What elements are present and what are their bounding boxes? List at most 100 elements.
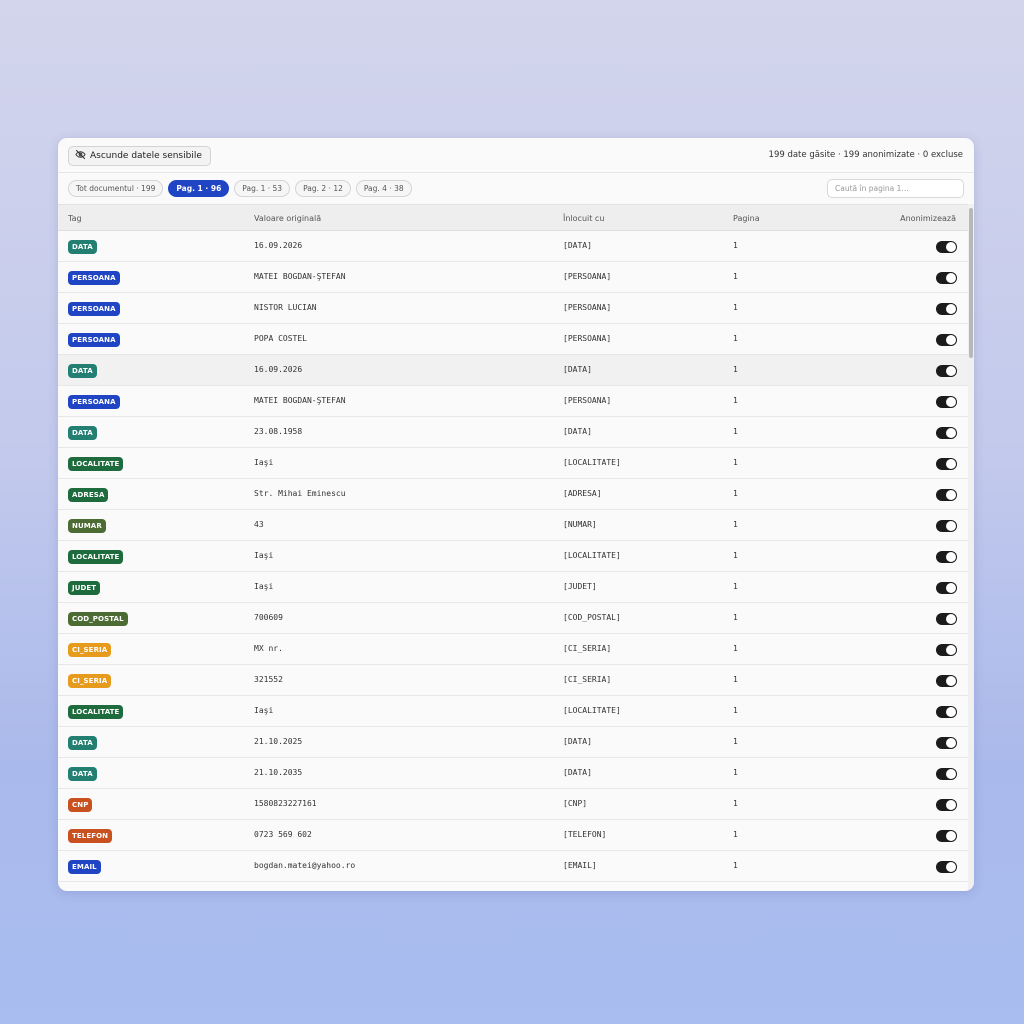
table-row: DATA 21.10.2035 [DATA] 1 — [58, 758, 968, 789]
replacement-value: [EMAIL] — [563, 861, 597, 870]
anonymize-toggle[interactable] — [936, 737, 957, 749]
scrollbar-thumb[interactable] — [969, 208, 973, 358]
anonymize-toggle[interactable] — [936, 365, 957, 377]
anonymize-toggle[interactable] — [936, 303, 957, 315]
table-row: DATA 16.09.2026 [DATA] 1 — [58, 355, 968, 386]
anonymize-toggle[interactable] — [936, 551, 957, 563]
table-row: LOCALITATE Iaşi [LOCALITATE] 1 — [58, 696, 968, 727]
page-number: 1 — [733, 365, 738, 374]
page-number: 1 — [733, 861, 738, 870]
page-number: 1 — [733, 396, 738, 405]
filter-bar: Tot documentul · 199 Pag. 1 · 96 Pag. 1 · … — [58, 173, 974, 204]
tag-badge: PERSOANA — [68, 302, 120, 316]
anonymize-toggle[interactable] — [936, 489, 957, 501]
original-value: MATEI BOGDAN-ŞTEFAN — [254, 396, 346, 405]
replacement-value: [LOCALITATE] — [563, 706, 621, 715]
tag-badge: EMAIL — [68, 860, 101, 874]
anonymize-toggle[interactable] — [936, 644, 957, 656]
page-number: 1 — [733, 644, 738, 653]
original-value: Iaşi — [254, 551, 274, 560]
replacement-value: [DATA] — [563, 768, 592, 777]
anonymize-toggle[interactable] — [936, 861, 957, 873]
anonymize-toggle[interactable] — [936, 427, 957, 439]
anonymize-toggle[interactable] — [936, 613, 957, 625]
replacement-value: [CI_SERIA] — [563, 675, 612, 684]
replacement-value: [ADRESA] — [563, 489, 602, 498]
replacement-value: [PERSOANA] — [563, 334, 612, 343]
original-value: MX nr. — [254, 644, 283, 653]
table-row: EMAIL bogdan.matei@yahoo.ro [EMAIL] 1 — [58, 851, 968, 882]
page-number: 1 — [733, 675, 738, 684]
anonymize-toggle[interactable] — [936, 241, 957, 253]
page-number: 1 — [733, 768, 738, 777]
original-value: Iaşi — [254, 582, 274, 591]
anonymize-toggle[interactable] — [936, 272, 957, 284]
original-value: 700609 — [254, 613, 283, 622]
page-filter-pill[interactable]: Pag. 2 · 12 — [295, 180, 351, 197]
tag-badge: CNP — [68, 798, 93, 812]
original-value: NISTOR LUCIAN — [254, 303, 317, 312]
tag-badge: LOCALITATE — [68, 550, 124, 564]
page-number: 1 — [733, 582, 738, 591]
tag-badge: DATA — [68, 736, 97, 750]
table-row: LOCALITATE Iaşi [LOCALITATE] 1 — [58, 541, 968, 572]
page-number: 1 — [733, 830, 738, 839]
original-value: POPA COSTEL — [254, 334, 307, 343]
page-number: 1 — [733, 489, 738, 498]
anonymize-toggle[interactable] — [936, 458, 957, 470]
replacement-value: [CNP] — [563, 799, 588, 808]
table-row: CI_SERIA 321552 [CI_SERIA] 1 — [58, 665, 968, 696]
replacement-value: [DATA] — [563, 365, 592, 374]
page-filter-pill[interactable]: Pag. 1 · 53 — [234, 180, 291, 197]
hide-sensitive-data-label: Ascunde datele sensibile — [90, 151, 202, 161]
replacement-value: [COD_POSTAL] — [563, 613, 621, 622]
tag-badge: DATA — [68, 240, 97, 254]
table-row: PERSOANA MATEI BOGDAN-ŞTEFAN [PERSOANA] 1 — [58, 262, 968, 293]
replacement-value: [DATA] — [563, 737, 592, 746]
page-number: 1 — [733, 303, 738, 312]
anonymize-toggle[interactable] — [936, 582, 957, 594]
table-row: DATA 16.09.2026 [DATA] 1 — [58, 231, 968, 262]
anonymize-toggle[interactable] — [936, 799, 957, 811]
table-header: Tag Valoare originală Înlocuit cu Pagina… — [58, 204, 968, 231]
anonymize-toggle[interactable] — [936, 334, 957, 346]
column-header-tag: Tag — [68, 214, 82, 223]
page-number: 1 — [733, 737, 738, 746]
original-value: 16.09.2026 — [254, 365, 303, 374]
anonymize-toggle[interactable] — [936, 706, 957, 718]
table-row: ADRESA Str. Mihai Eminescu [ADRESA] 1 — [58, 479, 968, 510]
column-header-anonymize: Anonimizează — [900, 214, 956, 223]
anonymization-panel: Ascunde datele sensibile 199 date găsite… — [58, 138, 974, 891]
page-number: 1 — [733, 799, 738, 808]
page-filter-pill[interactable]: Pag. 4 · 38 — [355, 180, 412, 197]
anonymize-toggle[interactable] — [936, 675, 957, 687]
table-row: NUMAR 43 [NUMAR] 1 — [58, 510, 968, 541]
anonymize-toggle[interactable] — [936, 768, 957, 780]
page-filter-pills: Tot documentul · 199 Pag. 1 · 96 Pag. 1 · … — [68, 180, 412, 197]
replacement-value: [TELEFON] — [563, 830, 607, 839]
tag-badge: PERSOANA — [68, 333, 120, 347]
anonymize-toggle[interactable] — [936, 830, 957, 842]
page-filter-pill[interactable]: Tot documentul · 199 — [68, 180, 164, 197]
hide-sensitive-data-button[interactable]: Ascunde datele sensibile — [68, 146, 211, 166]
tag-badge: DATA — [68, 426, 97, 440]
anonymize-toggle[interactable] — [936, 520, 957, 532]
page-number: 1 — [733, 706, 738, 715]
table-row: JUDET Iaşi [JUDET] 1 — [58, 572, 968, 603]
original-value: 23.08.1958 — [254, 427, 303, 436]
page-number: 1 — [733, 334, 738, 343]
tag-badge: TELEFON — [68, 829, 113, 843]
anonymize-toggle[interactable] — [936, 396, 957, 408]
page-number: 1 — [733, 551, 738, 560]
original-value: 1580823227161 — [254, 799, 317, 808]
detection-stats: 199 date găsite · 199 anonimizate · 0 ex… — [768, 150, 963, 160]
original-value: 21.10.2035 — [254, 768, 303, 777]
page-filter-pill[interactable]: Pag. 1 · 96 — [168, 180, 230, 197]
column-header-page: Pagina — [733, 214, 760, 223]
replacement-value: [CI_SERIA] — [563, 644, 612, 653]
search-input[interactable] — [827, 179, 964, 198]
original-value: 0723 569 602 — [254, 830, 312, 839]
replacement-value: [PERSOANA] — [563, 396, 612, 405]
table-scrollbar[interactable] — [968, 204, 974, 891]
original-value: 321552 — [254, 675, 283, 684]
